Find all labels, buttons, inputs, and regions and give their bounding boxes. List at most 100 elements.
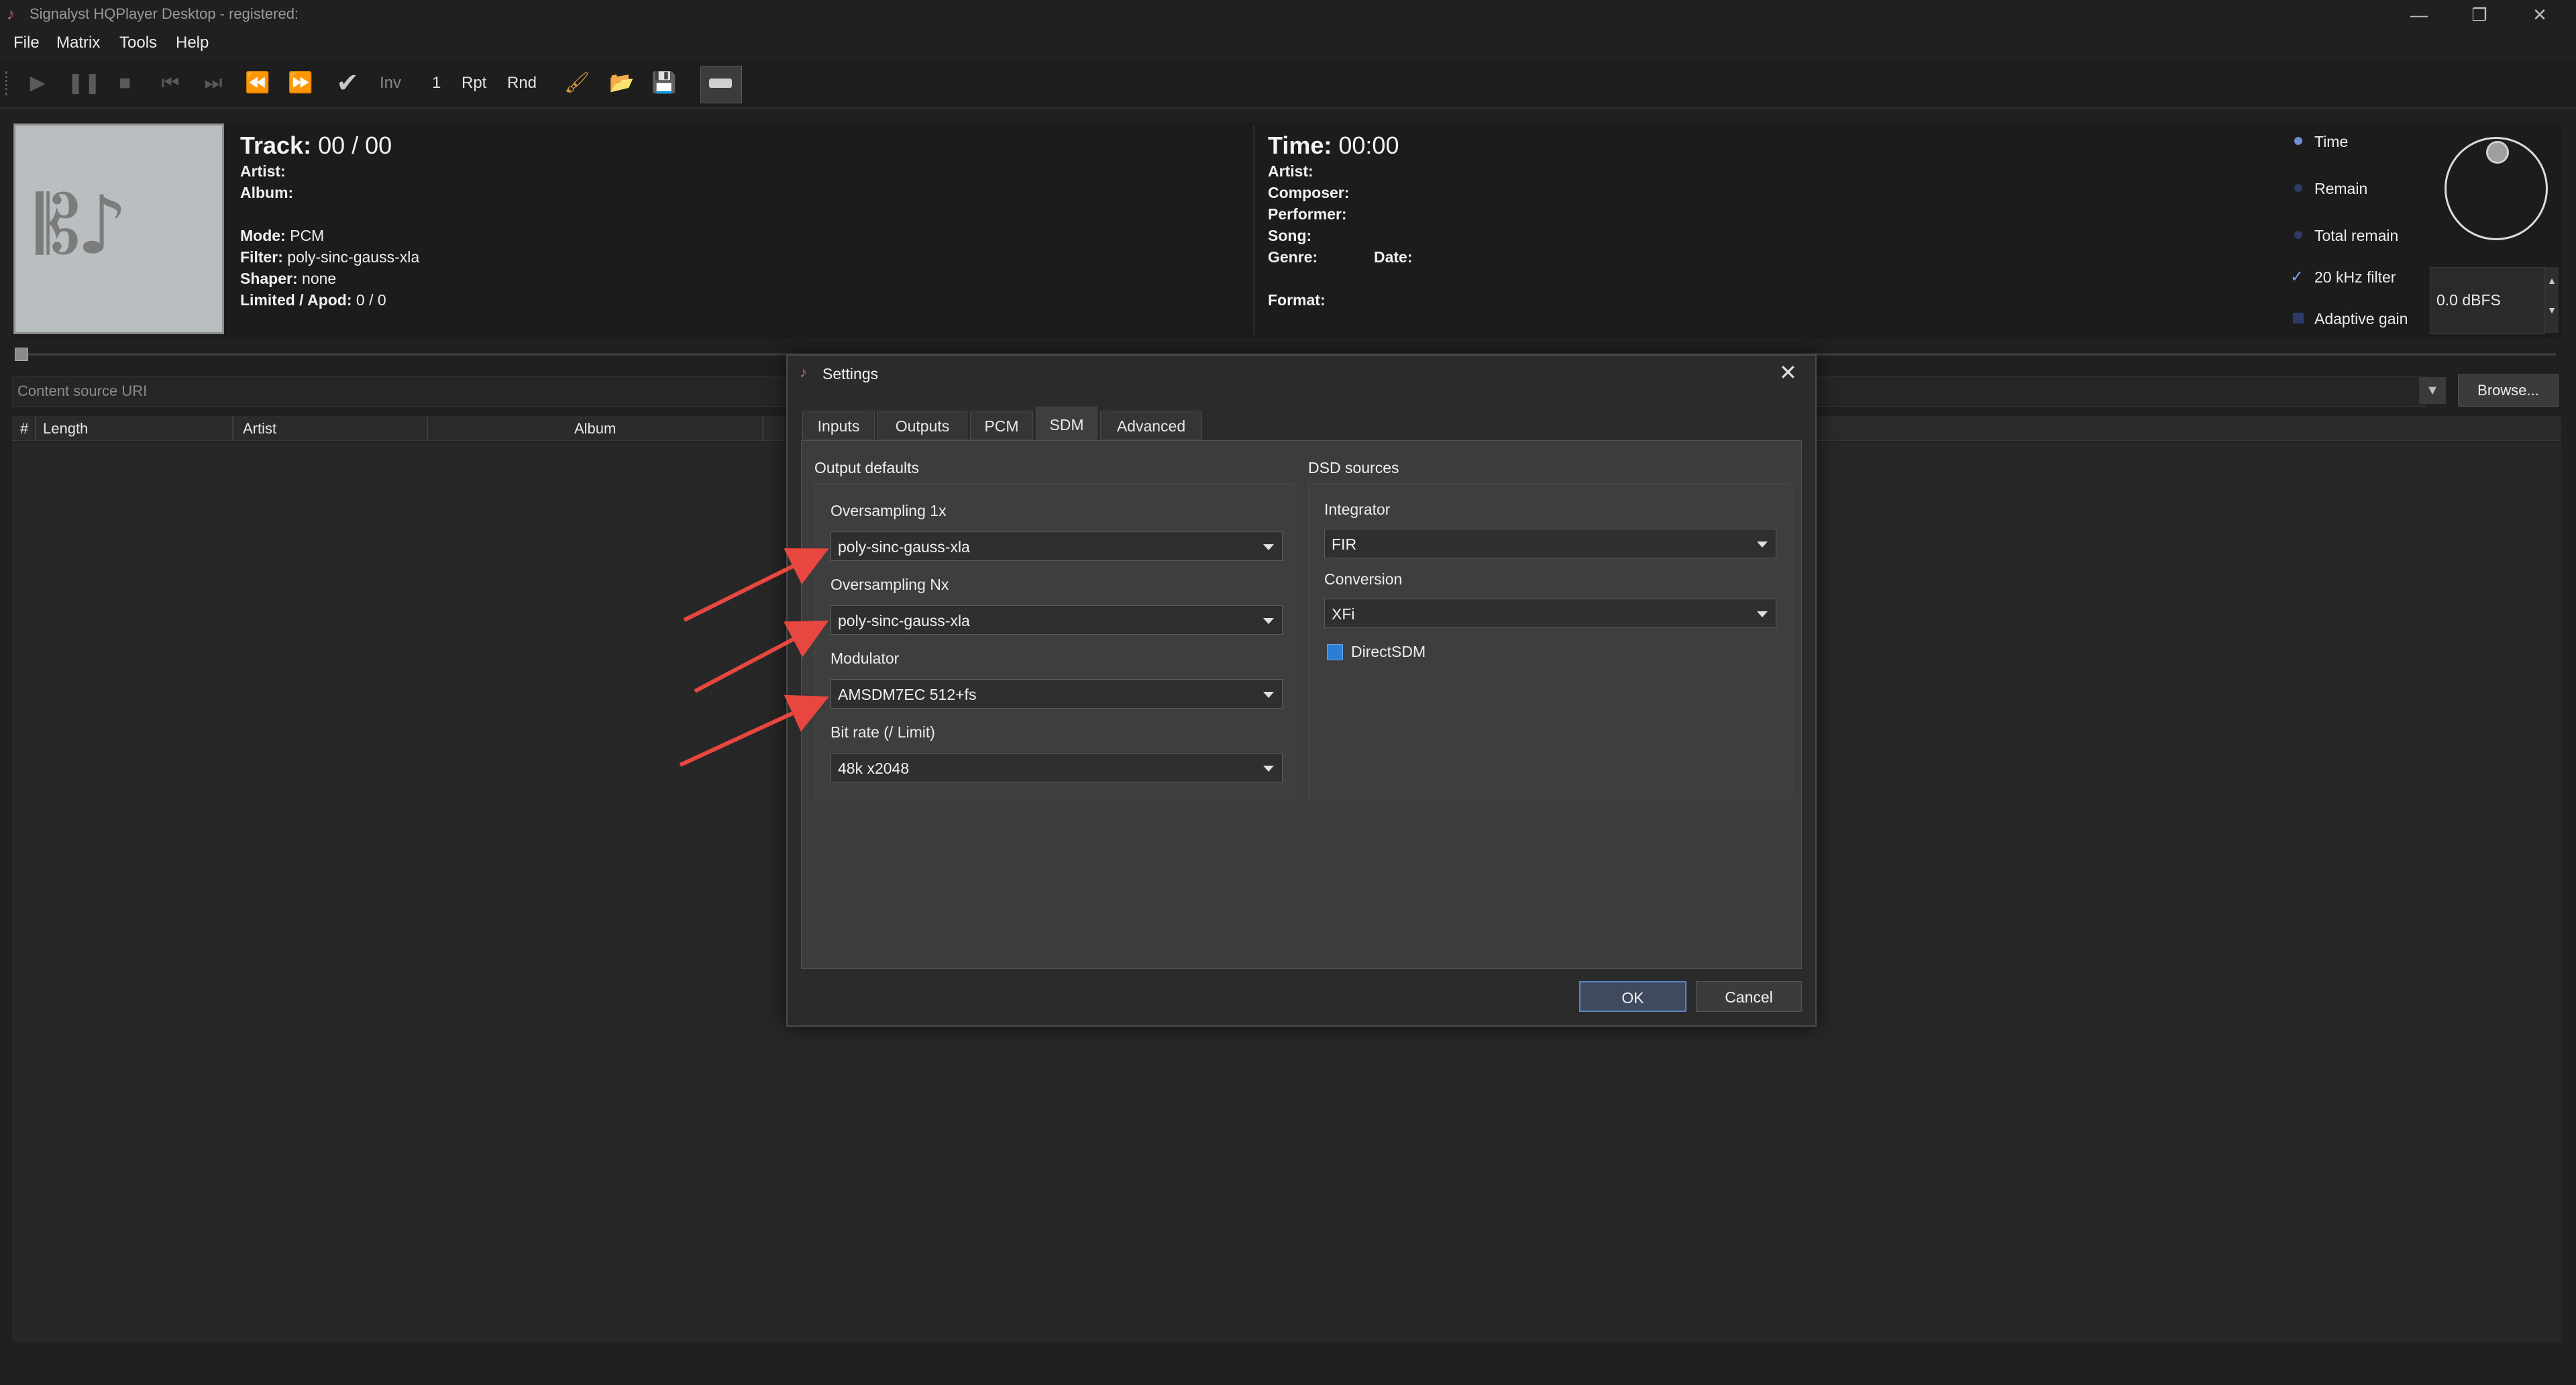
window-title: Signalyst HQPlayer Desktop - registered: (30, 5, 299, 22)
conversion-select[interactable]: XFi (1324, 599, 1776, 628)
menu-matrix[interactable]: Matrix (56, 34, 100, 52)
stop-icon[interactable]: ■ (110, 64, 140, 102)
menu-file[interactable]: File (13, 34, 40, 52)
tab-outputs[interactable]: Outputs (877, 411, 967, 440)
tab-sdm[interactable]: SDM (1036, 407, 1097, 442)
time-artist-label: Artist: (1268, 162, 1313, 180)
chevron-down-icon (1263, 692, 1274, 698)
oversampling-1x-select[interactable]: poly-sinc-gauss-xla (830, 531, 1283, 561)
volume-stepper[interactable]: ▲ ▼ (2545, 267, 2559, 333)
toolbar-grip (5, 71, 13, 95)
menu-help[interactable]: Help (176, 34, 209, 52)
restore-button[interactable]: ❐ (2453, 0, 2506, 31)
total-remain-radio[interactable] (2294, 231, 2302, 239)
single-repeat-toggle[interactable]: 1 (432, 64, 441, 102)
column-separator (35, 416, 36, 440)
shaper-line: Shaper: none (240, 270, 337, 287)
limited-line: Limited / Apod: 0 / 0 (240, 291, 386, 309)
oversampling-nx-select[interactable]: poly-sinc-gauss-xla (830, 605, 1283, 635)
modulator-label: Modulator (830, 650, 900, 667)
modulator-select[interactable]: AMSDM7EC 512+fs (830, 679, 1283, 709)
column-separator (232, 416, 233, 440)
album-cover: 𝄡♪ (13, 123, 224, 334)
dsd-sources-title: DSD sources (1308, 459, 1399, 476)
title-bar (0, 0, 2576, 31)
bitrate-value: 48k x2048 (838, 760, 910, 777)
column-album[interactable]: Album (574, 420, 616, 438)
check-icon[interactable]: ✔ (329, 64, 366, 102)
hqplayer-logo-icon: ♪ (800, 364, 807, 380)
random-toggle[interactable]: Rnd (507, 64, 537, 102)
invert-toggle[interactable]: Inv (380, 64, 401, 102)
column-number[interactable]: # (20, 420, 28, 438)
chevron-down-icon (1757, 542, 1768, 548)
oversampling-nx-value: poly-sinc-gauss-xla (838, 612, 970, 629)
oversampling-1x-value: poly-sinc-gauss-xla (838, 538, 970, 556)
save-icon[interactable]: 💾 (649, 64, 679, 102)
format-label: Format: (1268, 291, 1326, 309)
clear-brush-icon[interactable]: 🖌 (564, 64, 590, 102)
open-folder-icon[interactable]: 📂 (605, 64, 639, 102)
pause-icon[interactable]: ❚❚ (67, 64, 101, 102)
genre-label: Genre: (1268, 248, 1318, 266)
fast-forward-icon[interactable]: ⏩ (283, 64, 318, 102)
performer-label: Performer: (1268, 205, 1347, 223)
hqplayer-logo-art-icon: 𝄡♪ (36, 179, 128, 272)
menu-tools[interactable]: Tools (119, 34, 157, 52)
close-window-button[interactable]: ✕ (2513, 0, 2567, 31)
column-length[interactable]: Length (43, 420, 88, 438)
next-track-icon[interactable]: ⏭ (196, 64, 231, 102)
column-separator (427, 416, 428, 440)
chevron-down-icon[interactable]: ▼ (2419, 377, 2446, 404)
hqplayer-logo-icon: ♪ (7, 5, 15, 23)
output-defaults-title: Output defaults (814, 459, 919, 476)
bitrate-select[interactable]: 48k x2048 (830, 753, 1283, 782)
minimize-button[interactable]: — (2392, 0, 2446, 31)
song-label: Song: (1268, 227, 1312, 244)
integrator-select[interactable]: FIR (1324, 529, 1776, 558)
tab-advanced[interactable]: Advanced (1100, 411, 1202, 440)
remain-radio[interactable] (2294, 184, 2302, 192)
filter-20k-label: 20 kHz filter (2314, 268, 2396, 286)
composer-label: Composer: (1268, 184, 1350, 201)
track-heading: Track: 00 / 00 (240, 132, 392, 159)
remain-radio-label: Remain (2314, 180, 2368, 197)
conversion-value: XFi (1332, 605, 1355, 623)
volume-down-icon[interactable]: ▼ (2545, 305, 2559, 315)
integrator-value: FIR (1332, 535, 1357, 553)
adaptive-gain-checkbox[interactable] (2293, 313, 2304, 323)
volume-knob-indicator (2486, 141, 2509, 164)
tab-inputs[interactable]: Inputs (802, 411, 875, 440)
browse-button[interactable]: Browse... (2458, 374, 2559, 407)
seek-handle[interactable] (15, 348, 28, 361)
repeat-toggle[interactable]: Rpt (462, 64, 486, 102)
adaptive-gain-label: Adaptive gain (2314, 310, 2408, 327)
ok-button[interactable]: OK (1579, 981, 1686, 1012)
chevron-down-icon (1263, 544, 1274, 550)
volume-up-icon[interactable]: ▲ (2545, 275, 2559, 286)
dialog-title: Settings (822, 365, 879, 382)
chevron-down-icon (1263, 618, 1274, 624)
tab-pcm[interactable]: PCM (970, 411, 1033, 440)
volume-value: 0.0 dBFS (2436, 291, 2501, 309)
directsdm-checkbox[interactable] (1327, 644, 1343, 660)
output-defaults-group (814, 483, 1295, 799)
scanner-icon (709, 79, 732, 88)
time-radio[interactable] (2294, 137, 2302, 145)
directsdm-label: DirectSDM (1351, 643, 1426, 660)
close-icon[interactable]: ✕ (1779, 360, 1797, 385)
time-radio-label: Time (2314, 133, 2349, 150)
previous-track-icon[interactable]: ⏮ (153, 64, 188, 102)
filter-20k-checkbox[interactable]: ✓ (2290, 267, 2304, 287)
column-separator (762, 416, 763, 440)
total-remain-radio-label: Total remain (2314, 227, 2399, 244)
mode-line: Mode: PCM (240, 227, 325, 244)
column-artist[interactable]: Artist (243, 420, 276, 438)
content-uri-placeholder: Content source URI (17, 382, 148, 399)
scanner-button[interactable] (700, 66, 742, 103)
cancel-button[interactable]: Cancel (1696, 981, 1802, 1012)
play-icon[interactable]: ▶ (23, 64, 52, 102)
rewind-icon[interactable]: ⏪ (240, 64, 275, 102)
bitrate-label: Bit rate (/ Limit) (830, 723, 935, 741)
time-heading: Time: 00:00 (1268, 132, 1399, 159)
